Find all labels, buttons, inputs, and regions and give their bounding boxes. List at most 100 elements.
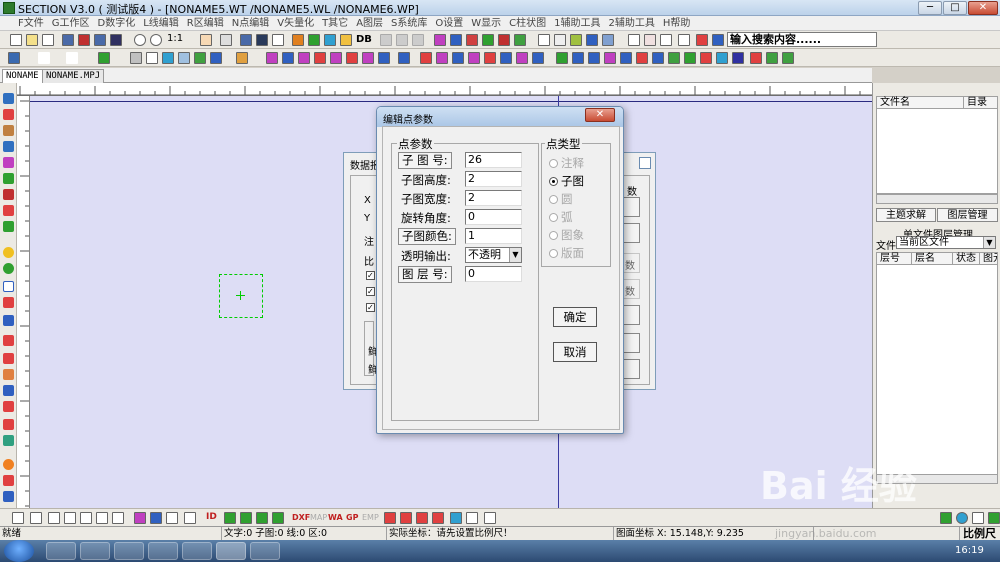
- region-input-icon[interactable]: [3, 157, 14, 168]
- distribute3-icon[interactable]: [166, 512, 178, 524]
- emp-label[interactable]: EMP: [362, 513, 379, 522]
- bg-side-button-2[interactable]: [622, 223, 640, 243]
- menu-other[interactable]: T其它: [318, 16, 352, 31]
- layer-view-icon[interactable]: [240, 34, 252, 46]
- arc-icon[interactable]: [3, 369, 14, 380]
- save-as-icon[interactable]: [94, 34, 106, 46]
- file-name-header[interactable]: 文件名: [876, 96, 964, 109]
- region-move-icon[interactable]: [452, 52, 464, 64]
- move-point-icon[interactable]: [130, 52, 142, 64]
- blue-bars-icon[interactable]: [3, 315, 14, 326]
- taskbar-clock[interactable]: 16:19: [955, 545, 984, 556]
- line-delete-icon[interactable]: [398, 52, 410, 64]
- menu-line-edit[interactable]: L线编辑: [139, 16, 183, 31]
- red-dot-icon[interactable]: [3, 353, 14, 364]
- region-fill-icon[interactable]: [500, 52, 512, 64]
- rotation-angle-input[interactable]: 0: [465, 209, 522, 225]
- zoom-in-icon[interactable]: [134, 34, 146, 46]
- menu-system-lib[interactable]: S系统库: [387, 16, 431, 31]
- menu-vectorize[interactable]: V矢量化: [273, 16, 318, 31]
- layer-manage-button[interactable]: 图层管理: [937, 208, 998, 222]
- wrench-icon[interactable]: [340, 34, 352, 46]
- list-green-icon[interactable]: [3, 435, 14, 446]
- menu-point-edit[interactable]: N点编辑: [228, 16, 273, 31]
- red-tool-icon[interactable]: [3, 189, 14, 200]
- align-justify-icon[interactable]: [64, 512, 76, 524]
- down-arrow-icon[interactable]: [240, 512, 252, 524]
- status-green-icon[interactable]: [940, 512, 952, 524]
- id-label[interactable]: ID: [206, 512, 217, 522]
- menu-bar-chart[interactable]: C柱状图: [505, 16, 550, 31]
- tab-noname[interactable]: NONAME: [2, 69, 43, 83]
- bg-checkbox-1[interactable]: ✓: [366, 271, 375, 280]
- region-merge-icon[interactable]: [516, 52, 528, 64]
- check-mark-icon[interactable]: [3, 475, 14, 486]
- col-layer-number[interactable]: 层号: [876, 252, 912, 265]
- align-left-icon[interactable]: [12, 512, 24, 524]
- bg-side-button-6[interactable]: [622, 333, 640, 353]
- ok-button[interactable]: 确定: [553, 307, 597, 327]
- line-edit-icon[interactable]: [266, 52, 278, 64]
- menu-digitize[interactable]: D数字化: [94, 16, 140, 31]
- line-copy-icon[interactable]: [298, 52, 310, 64]
- subfigure-width-input[interactable]: 2: [465, 190, 522, 206]
- check-left-icon[interactable]: [3, 221, 14, 232]
- layer-number-input[interactable]: 0: [465, 266, 522, 282]
- font-icon[interactable]: [678, 34, 690, 46]
- move-icon[interactable]: [450, 34, 462, 46]
- menu-tools-2[interactable]: 2辅助工具: [605, 16, 659, 31]
- zoom-out-icon[interactable]: [150, 34, 162, 46]
- build-icon[interactable]: [668, 52, 680, 64]
- layer-diamond-icon[interactable]: [716, 52, 728, 64]
- directory-header[interactable]: 目录: [963, 96, 998, 109]
- flag-icon[interactable]: [466, 34, 478, 46]
- line-node-icon[interactable]: [346, 52, 358, 64]
- tab-noname-mpj[interactable]: NONAME.MPJ: [42, 69, 105, 83]
- vertex-icon[interactable]: [3, 335, 14, 346]
- point-tool-icon[interactable]: [98, 52, 110, 64]
- cut-icon[interactable]: [380, 34, 392, 46]
- zoom-ratio-label[interactable]: 1:1: [167, 33, 183, 44]
- search-input[interactable]: 输入搜索内容......: [727, 32, 877, 47]
- close-button[interactable]: ✕: [968, 1, 998, 15]
- theme-search-button[interactable]: 主题求解: [876, 208, 936, 222]
- green-region-icon[interactable]: [766, 52, 778, 64]
- radio-layout[interactable]: 版面: [549, 245, 584, 261]
- yellow-circle-icon[interactable]: [3, 247, 14, 258]
- bg-checkbox-3[interactable]: ✓: [366, 303, 375, 312]
- chevron-down-icon[interactable]: ▼: [509, 248, 521, 262]
- bottom-arrow-icon[interactable]: [272, 512, 284, 524]
- frame4-icon[interactable]: [432, 512, 444, 524]
- background-dialog-icon[interactable]: [639, 157, 651, 169]
- topology-icon[interactable]: [556, 52, 568, 64]
- list-icon[interactable]: [484, 512, 496, 524]
- bg-side-button-1[interactable]: [622, 197, 640, 217]
- region-edit-icon[interactable]: [436, 52, 448, 64]
- chevron-down-icon[interactable]: ▼: [983, 237, 995, 248]
- green-tool-icon[interactable]: [308, 34, 320, 46]
- file-select[interactable]: 当前区文件 ▼: [896, 236, 996, 249]
- subfigure-number-input[interactable]: 26: [465, 152, 522, 168]
- taskbar-explorer-icon[interactable]: [46, 542, 76, 560]
- columns3-icon[interactable]: [112, 512, 124, 524]
- line-reverse-icon[interactable]: [378, 52, 390, 64]
- copy-icon[interactable]: [396, 34, 408, 46]
- wave-icon[interactable]: [3, 401, 14, 412]
- edit-point-icon[interactable]: [434, 34, 446, 46]
- frame3-icon[interactable]: [416, 512, 428, 524]
- region-tool-icon[interactable]: [420, 52, 432, 64]
- vehicle-icon[interactable]: [292, 34, 304, 46]
- rotate-point-icon[interactable]: [194, 52, 206, 64]
- measure-icon[interactable]: [324, 34, 336, 46]
- check-icon[interactable]: [572, 52, 584, 64]
- pencil-icon[interactable]: [712, 34, 724, 46]
- select-tool-icon[interactable]: [3, 93, 14, 104]
- status-scale[interactable]: 比例尺: [963, 527, 996, 540]
- point-input-icon[interactable]: [3, 109, 14, 120]
- menu-layer[interactable]: A图层: [352, 16, 387, 31]
- menu-workspace[interactable]: G工作区: [48, 16, 94, 31]
- delete-point-icon[interactable]: [162, 52, 174, 64]
- distribute-icon[interactable]: [134, 512, 146, 524]
- diamond-icon[interactable]: [700, 52, 712, 64]
- green-tool-left-icon[interactable]: [3, 173, 14, 184]
